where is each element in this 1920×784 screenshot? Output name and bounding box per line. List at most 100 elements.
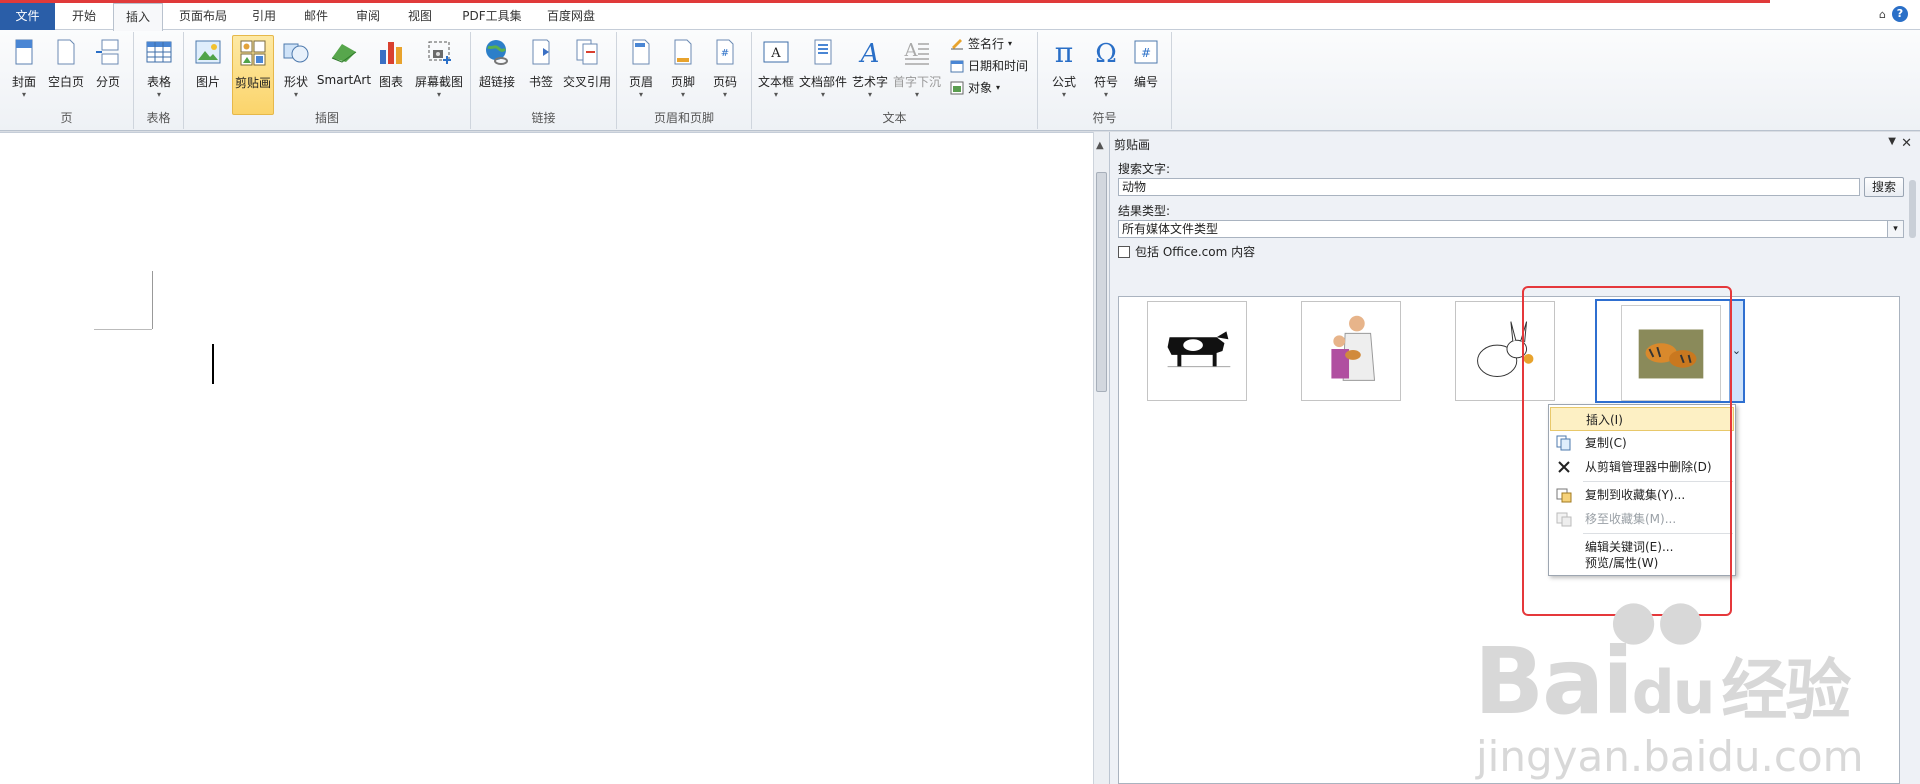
picture-label: 图片: [195, 75, 220, 89]
help-icon[interactable]: ?: [1892, 6, 1908, 22]
results-type-select[interactable]: 所有媒体文件类型 ▾: [1118, 220, 1904, 238]
scroll-up-icon[interactable]: ▲: [1096, 140, 1104, 151]
group-links-label: 链接: [531, 111, 556, 125]
search-button[interactable]: 搜索: [1864, 177, 1904, 197]
chart-label: 图表: [378, 75, 403, 89]
object-icon: [950, 81, 964, 95]
equation-label: 公式: [1051, 75, 1076, 89]
page-number-button[interactable]: # 页码 ▾: [707, 35, 743, 111]
tab-insert[interactable]: 插入: [113, 3, 163, 31]
chevron-down-icon[interactable]: ▾: [1887, 221, 1903, 237]
search-label: 搜索文字:: [1118, 162, 1171, 176]
screenshot-button[interactable]: 屏幕截图 ▾: [412, 35, 466, 111]
margin-mark-vertical: [152, 271, 153, 329]
tab-view[interactable]: 视图: [398, 3, 442, 30]
tab-references[interactable]: 引用: [242, 3, 286, 30]
number-icon: #: [1134, 40, 1158, 64]
tab-pdf-tools[interactable]: PDF工具集: [452, 3, 532, 30]
dropdown-arrow-icon: ▾: [914, 90, 919, 99]
cover-button[interactable]: 封面 ▾: [6, 35, 42, 111]
svg-text:A: A: [904, 40, 919, 61]
tab-file[interactable]: 文件: [0, 3, 55, 30]
textbox-button[interactable]: A 文本框 ▾: [756, 35, 796, 111]
highlight-annotation-box: [1522, 286, 1732, 616]
object-button[interactable]: 对象 ▾: [950, 78, 1000, 98]
scroll-thumb[interactable]: [1096, 172, 1107, 392]
blank-page-icon: [57, 39, 75, 65]
cross-reference-label: 交叉引用: [562, 75, 611, 89]
blank-page-button[interactable]: 空白页: [44, 35, 88, 111]
smartart-button[interactable]: SmartArt: [316, 35, 372, 111]
bookmark-label: 书签: [528, 75, 553, 89]
bookmark-button[interactable]: 书签: [523, 35, 559, 111]
wordart-icon: A: [859, 39, 880, 69]
group-links: 超链接 书签 交叉引用 链接: [471, 32, 617, 129]
document-scrollbar[interactable]: ▲: [1093, 132, 1109, 784]
quick-parts-button[interactable]: 文档部件 ▾: [798, 35, 848, 111]
pane-scroll-thumb[interactable]: [1909, 180, 1916, 238]
table-icon: [146, 41, 172, 63]
svg-text:A: A: [859, 39, 880, 66]
page-break-icon: [96, 39, 119, 65]
shapes-button[interactable]: 形状 ▾: [278, 35, 314, 111]
table-button[interactable]: 表格 ▾: [140, 35, 178, 111]
group-text-label: 文本: [882, 111, 907, 125]
page-break-button[interactable]: 分页: [90, 35, 126, 111]
results-type-label: 结果类型:: [1118, 204, 1171, 218]
dropcap-label: 首字下沉: [892, 75, 941, 89]
include-office-checkbox-row[interactable]: 包括 Office.com 内容: [1118, 243, 1255, 260]
number-button[interactable]: # 编号: [1128, 35, 1164, 111]
tab-home[interactable]: 开始: [60, 3, 108, 30]
cover-label: 封面: [11, 75, 36, 89]
group-symbols-label: 符号: [1092, 111, 1117, 125]
document-area[interactable]: [0, 132, 1093, 784]
footer-icon: [674, 39, 692, 65]
dropdown-arrow-icon: ▾: [722, 90, 727, 99]
svg-text:A: A: [770, 46, 781, 61]
cross-reference-button[interactable]: 交叉引用: [561, 35, 613, 111]
document-page[interactable]: [8, 139, 1088, 779]
watermark-paw-icon: ●●: [1610, 588, 1705, 651]
clipart-label: 剪贴画: [234, 76, 271, 90]
textbox-label: 文本框: [757, 75, 794, 89]
veterinarian-image: [1331, 315, 1376, 381]
dropcap-button[interactable]: A 首字下沉 ▾: [892, 35, 942, 111]
picture-button[interactable]: 图片: [190, 35, 226, 111]
footer-button[interactable]: 页脚 ▾: [665, 35, 701, 111]
group-header-footer-label: 页眉和页脚: [653, 111, 714, 125]
pane-title: 剪贴画: [1114, 138, 1151, 152]
tab-mailings[interactable]: 邮件: [294, 3, 338, 30]
pane-scrollbar-top[interactable]: [1906, 132, 1920, 252]
clipart-button[interactable]: 剪贴画: [232, 35, 274, 115]
watermark-cn: 经验: [1721, 652, 1851, 729]
minimize-ribbon-icon[interactable]: ⌂: [1879, 8, 1886, 21]
header-button[interactable]: 页眉 ▾: [623, 35, 659, 111]
chart-button[interactable]: 图表: [374, 35, 408, 111]
include-office-label: 包括 Office.com 内容: [1135, 245, 1256, 259]
signature-icon: [951, 39, 963, 50]
window-controls: ⌂ ?: [1879, 6, 1908, 22]
tab-review[interactable]: 审阅: [346, 3, 390, 30]
quick-parts-label: 文档部件: [798, 75, 847, 89]
svg-text:#: #: [1141, 46, 1151, 60]
include-office-checkbox[interactable]: [1118, 245, 1130, 258]
clipart-pane: 剪贴画 ▼ ✕ 搜索文字: 动物 搜索 结果类型: 所有媒体文件类型 ▾ 包括 …: [1109, 132, 1920, 784]
symbol-button[interactable]: Ω 符号 ▾: [1088, 35, 1124, 111]
dropdown-arrow-icon: ▾: [156, 90, 161, 99]
clipart-thumb-cow[interactable]: [1147, 301, 1247, 401]
tab-baidu-netdisk[interactable]: 百度网盘: [538, 3, 604, 30]
search-input[interactable]: 动物: [1118, 178, 1860, 196]
clipart-thumb-vet[interactable]: [1301, 301, 1401, 401]
dropdown-arrow-icon: ▾: [867, 90, 872, 99]
equation-button[interactable]: π 公式 ▾: [1046, 35, 1082, 111]
pane-options-icon[interactable]: ▼: [1888, 136, 1896, 147]
ribbon: 封面 ▾ 空白页 分页 页 表格 ▾ 表格 图片 剪贴画 形状 ▾ SmartA…: [0, 30, 1920, 131]
wordart-button[interactable]: A 艺术字 ▾: [850, 35, 890, 111]
datetime-button[interactable]: 日期和时间: [950, 56, 1028, 76]
quick-parts-icon: [814, 39, 832, 65]
dropdown-arrow-icon: ▾: [638, 90, 643, 99]
tab-page-layout[interactable]: 页面布局: [170, 3, 236, 30]
signature-line-button[interactable]: 签名行 ▾: [950, 34, 1012, 54]
hyperlink-button[interactable]: 超链接: [475, 35, 519, 111]
smartart-icon: [331, 44, 357, 63]
